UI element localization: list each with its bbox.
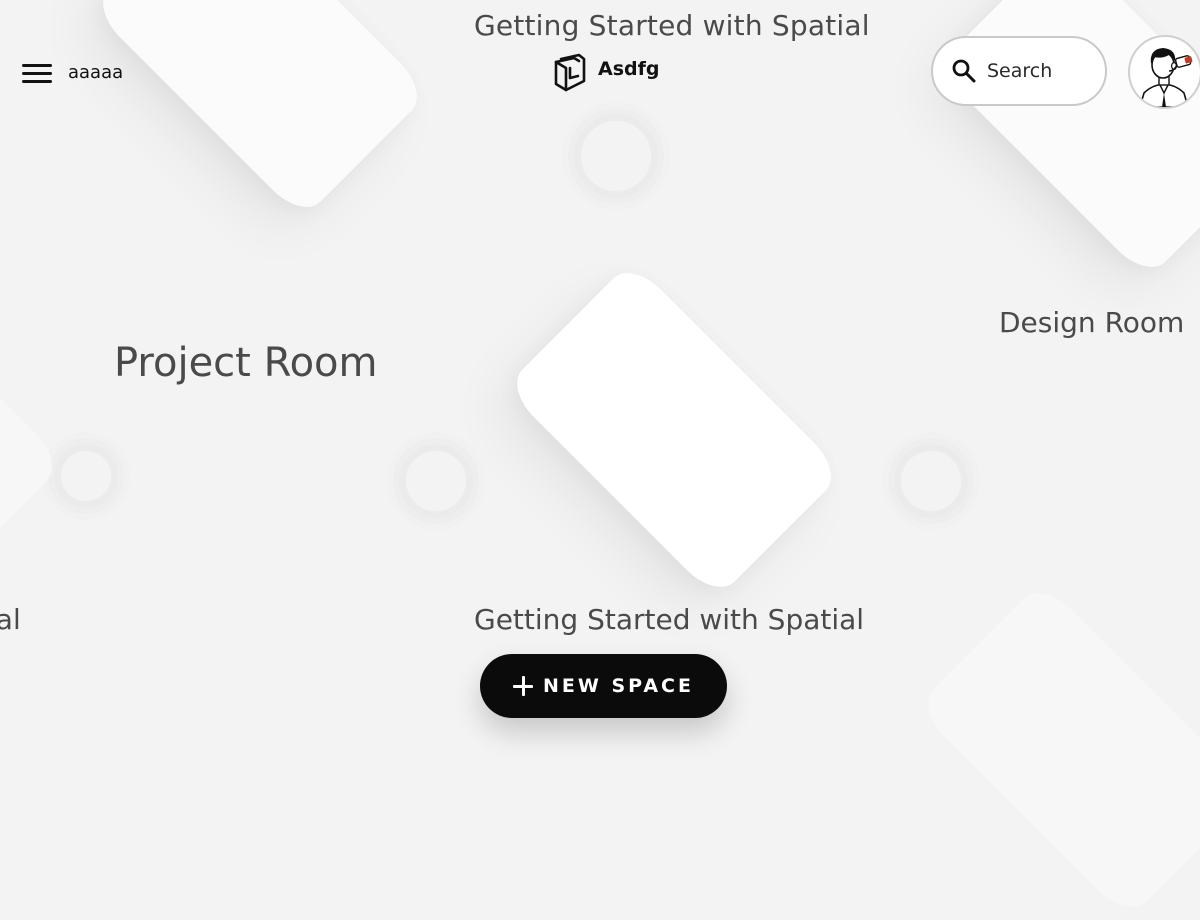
new-space-label: NEW SPACE — [543, 675, 694, 697]
decorative-rings — [405, 450, 467, 512]
decorative-rings — [900, 450, 962, 512]
plus-icon — [513, 676, 534, 696]
search-input[interactable]: Search — [931, 36, 1107, 106]
decorative-rings — [60, 450, 112, 502]
search-icon — [952, 59, 976, 83]
room-tile-project[interactable] — [90, 0, 430, 220]
avatar-illustration-icon — [1139, 48, 1193, 107]
room-label-partial[interactable]: ial — [0, 603, 21, 636]
decorative-rings — [580, 120, 652, 192]
room-label-getting-started[interactable]: Getting Started with Spatial — [474, 9, 870, 42]
new-space-button[interactable]: NEW SPACE — [480, 654, 727, 718]
search-placeholder: Search — [987, 60, 1053, 82]
brand-name: Asdfg — [598, 58, 660, 80]
brand-logo[interactable]: Asdfg — [552, 52, 659, 92]
room-label-getting-started-bottom[interactable]: Getting Started with Spatial — [474, 603, 864, 636]
room-tile[interactable] — [915, 580, 1200, 920]
cube-logo-icon — [554, 53, 586, 92]
room-label-project[interactable]: Project Room — [114, 340, 377, 386]
user-avatar[interactable] — [1128, 35, 1200, 109]
room-label-design[interactable]: Design Room — [999, 306, 1184, 339]
room-tile-getting-started[interactable] — [504, 260, 844, 600]
workspace-name[interactable]: aaaaa — [68, 62, 123, 83]
hamburger-menu-icon[interactable] — [20, 58, 54, 88]
room-tile[interactable] — [0, 250, 65, 590]
